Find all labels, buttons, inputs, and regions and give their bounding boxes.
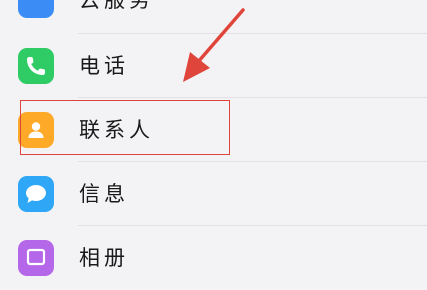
settings-item-label: 信息 — [79, 182, 129, 206]
settings-item-cloud-service[interactable]: 云服务 — [0, 0, 427, 32]
highlight-box — [20, 100, 230, 155]
phone-icon — [18, 48, 54, 84]
settings-item-label: 相册 — [79, 246, 129, 270]
settings-item-gallery[interactable]: 相册 — [0, 226, 427, 290]
cloud-icon — [18, 0, 54, 18]
gallery-icon — [18, 240, 54, 276]
settings-item-messages[interactable]: 信息 — [0, 162, 427, 226]
settings-item-label: 电话 — [79, 54, 129, 78]
message-icon — [18, 176, 54, 212]
settings-item-label: 云服务 — [79, 0, 154, 12]
settings-list: 云服务 电话 联系人 信息 相册 — [0, 0, 427, 276]
settings-item-phone[interactable]: 电话 — [0, 34, 427, 98]
